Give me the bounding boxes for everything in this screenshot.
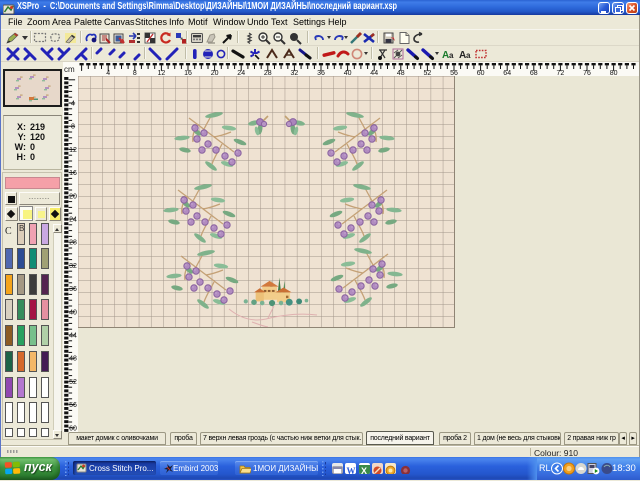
svg-text:48: 48 <box>69 356 77 363</box>
svg-text:X: X <box>361 466 367 474</box>
svg-text:12: 12 <box>69 147 77 154</box>
svg-text:32: 32 <box>69 263 77 270</box>
svg-text:64: 64 <box>503 70 511 76</box>
svg-text:76: 76 <box>583 70 591 76</box>
svg-text:16: 16 <box>69 170 77 177</box>
svg-text:a: a <box>466 51 471 60</box>
svg-text:72: 72 <box>557 70 565 76</box>
svg-text:40: 40 <box>69 309 77 316</box>
svg-text:80: 80 <box>610 70 618 76</box>
svg-text:24: 24 <box>69 217 77 224</box>
svg-text:a: a <box>449 51 454 60</box>
svg-text:68: 68 <box>530 70 538 76</box>
svg-text:8: 8 <box>71 124 75 131</box>
svg-text:44: 44 <box>69 333 77 340</box>
svg-text:W: W <box>347 466 356 474</box>
svg-text:28: 28 <box>69 240 77 247</box>
svg-text:4: 4 <box>71 101 75 108</box>
svg-text:20: 20 <box>69 193 77 200</box>
svg-text:36: 36 <box>69 286 77 293</box>
svg-text:56: 56 <box>69 402 77 409</box>
svg-text:60: 60 <box>477 70 485 76</box>
svg-text:52: 52 <box>69 379 77 386</box>
